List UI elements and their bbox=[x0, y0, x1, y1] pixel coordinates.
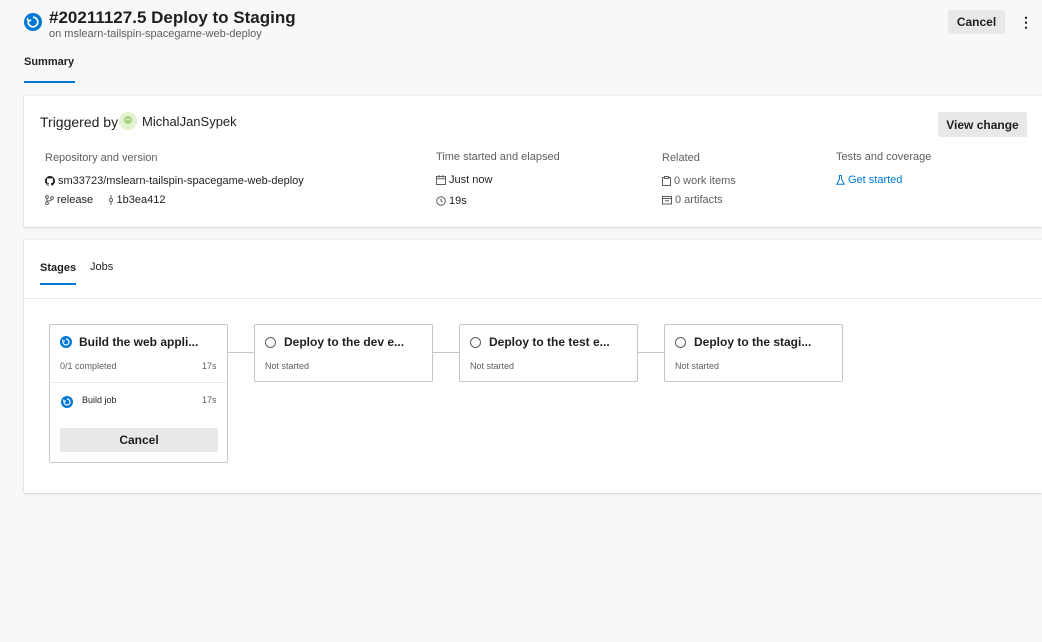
run-header: #20211127.5 Deploy to Staging on mslearn… bbox=[0, 0, 1042, 86]
github-icon bbox=[45, 173, 55, 191]
stages-card: Stages Jobs Build the web appli... 0/1 c… bbox=[24, 240, 1042, 493]
clock-icon bbox=[436, 193, 446, 211]
stage-card-test[interactable]: Deploy to the test e... Not started bbox=[459, 324, 638, 382]
artifacts-count: 0 artifacts bbox=[675, 194, 723, 206]
tab-stages[interactable]: Stages bbox=[40, 262, 76, 274]
job-running-icon bbox=[61, 396, 73, 408]
artifacts-link[interactable]: 0 artifacts bbox=[662, 190, 723, 210]
pipeline-name[interactable]: on mslearn-tailspin-spacegame-web-deploy bbox=[49, 28, 262, 40]
stage-title: Deploy to the dev e... bbox=[284, 335, 405, 349]
summary-card: Triggered by MichalJanSypek View change … bbox=[24, 96, 1042, 227]
clipboard-icon bbox=[662, 173, 671, 191]
stage-status: Not started bbox=[675, 361, 720, 371]
get-started-text: Get started bbox=[848, 174, 903, 186]
stage-status: 0/1 completed bbox=[60, 361, 117, 371]
stage-connector bbox=[228, 352, 254, 353]
repository-name: sm33723/mslearn-tailspin-spacegame-web-d… bbox=[58, 175, 304, 187]
stage-title: Deploy to the stagi... bbox=[694, 335, 812, 349]
job-name: Build job bbox=[82, 395, 117, 405]
tab-summary-indicator bbox=[24, 81, 75, 83]
not-started-icon bbox=[470, 337, 481, 348]
not-started-icon bbox=[265, 337, 276, 348]
repository-heading: Repository and version bbox=[45, 152, 158, 164]
run-in-progress-icon bbox=[24, 13, 42, 31]
job-row-build[interactable]: Build job 17s bbox=[60, 395, 218, 409]
stage-card-staging[interactable]: Deploy to the stagi... Not started bbox=[664, 324, 843, 382]
started-value: Just now bbox=[449, 174, 493, 186]
job-duration: 17s bbox=[202, 395, 217, 405]
triggered-by-label: Triggered by bbox=[40, 114, 119, 130]
calendar-icon bbox=[436, 172, 446, 190]
tab-stages-indicator bbox=[40, 283, 76, 285]
work-items-count: 0 work items bbox=[674, 175, 736, 187]
more-actions-icon[interactable]: ⋮ bbox=[1018, 12, 1034, 32]
repository-link[interactable]: sm33723/mslearn-tailspin-spacegame-web-d… bbox=[45, 171, 304, 191]
stage-title: Build the web appli... bbox=[79, 335, 199, 349]
view-change-button[interactable]: View change bbox=[938, 112, 1027, 137]
trigger-user-name[interactable]: MichalJanSypek bbox=[142, 114, 237, 129]
divider bbox=[50, 382, 226, 383]
branch-icon bbox=[45, 192, 54, 210]
beaker-icon bbox=[835, 172, 846, 190]
work-items-link[interactable]: 0 work items bbox=[662, 171, 736, 191]
branch-name: release bbox=[57, 194, 94, 206]
stage-connector bbox=[433, 352, 459, 353]
stage-duration: 17s bbox=[202, 361, 217, 371]
commit-id: 1b3ea412 bbox=[116, 194, 166, 206]
artifact-icon bbox=[662, 192, 672, 210]
stage-connector bbox=[638, 352, 664, 353]
cancel-run-button[interactable]: Cancel bbox=[948, 10, 1005, 34]
started-time: Just now bbox=[436, 170, 492, 190]
related-heading: Related bbox=[662, 152, 700, 164]
elapsed-value: 19s bbox=[449, 195, 467, 207]
get-started-link[interactable]: Get started bbox=[835, 170, 903, 190]
stage-status: Not started bbox=[265, 361, 310, 371]
tests-heading: Tests and coverage bbox=[836, 151, 932, 163]
tab-jobs[interactable]: Jobs bbox=[90, 261, 113, 273]
avatar[interactable] bbox=[119, 112, 137, 130]
stage-title: Deploy to the test e... bbox=[489, 335, 610, 349]
stage-status: Not started bbox=[470, 361, 515, 371]
not-started-icon bbox=[675, 337, 686, 348]
cancel-stage-button[interactable]: Cancel bbox=[60, 428, 218, 452]
stage-card-dev[interactable]: Deploy to the dev e... Not started bbox=[254, 324, 433, 382]
stage-card-build[interactable]: Build the web appli... 0/1 completed 17s… bbox=[49, 324, 228, 463]
time-heading: Time started and elapsed bbox=[436, 151, 560, 163]
branch-info[interactable]: release 1b3ea412 bbox=[45, 190, 165, 210]
tab-summary[interactable]: Summary bbox=[24, 56, 74, 68]
elapsed-time: 19s bbox=[436, 191, 467, 211]
run-title: #20211127.5 Deploy to Staging bbox=[49, 8, 296, 27]
stage-running-icon bbox=[60, 336, 72, 348]
divider bbox=[24, 298, 1042, 299]
commit-icon bbox=[108, 192, 114, 210]
